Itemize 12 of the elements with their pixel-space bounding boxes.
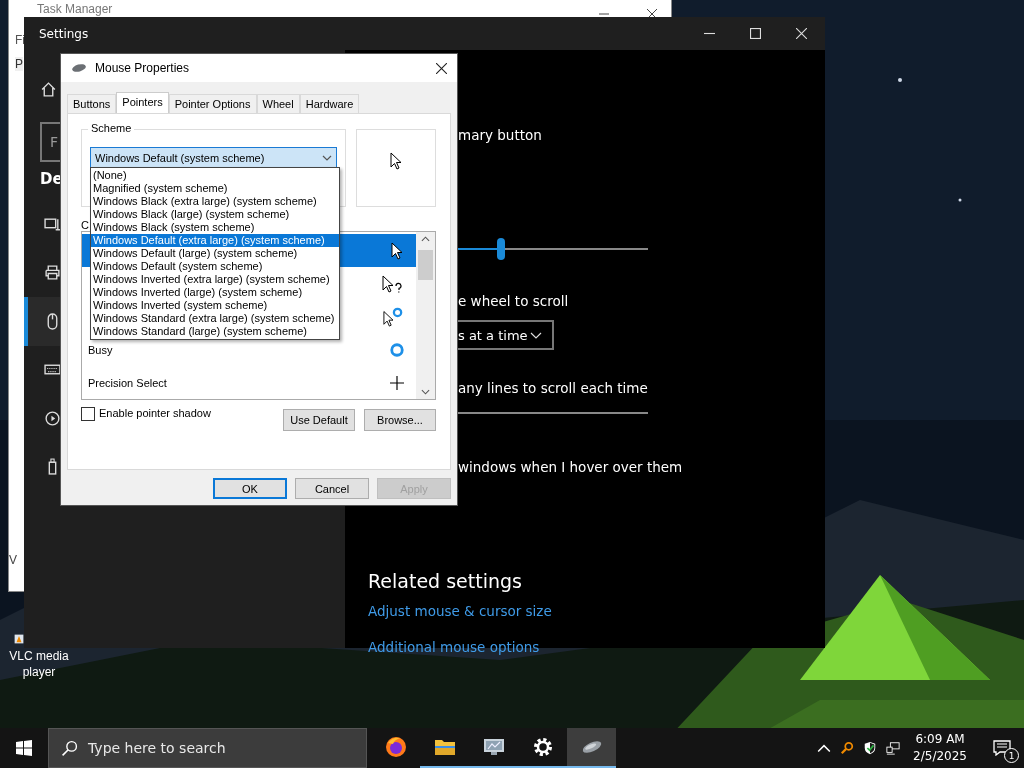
- setting-label: e wheel to scroll: [458, 293, 569, 309]
- notification-badge: 1: [1004, 748, 1019, 763]
- footer-text: V: [9, 553, 17, 567]
- setting-label: any lines to scroll each time: [458, 380, 648, 396]
- window-title: Task Manager: [37, 3, 113, 15]
- group-label: Scheme: [88, 122, 135, 134]
- field-label: C: [81, 219, 89, 231]
- setting-label: mary button: [458, 127, 542, 143]
- dialog-title: Mouse Properties: [95, 61, 191, 75]
- window-title: Settings: [39, 26, 89, 41]
- setting-label: windows when I hover over them: [458, 459, 683, 475]
- section-heading: Related settings: [368, 570, 523, 592]
